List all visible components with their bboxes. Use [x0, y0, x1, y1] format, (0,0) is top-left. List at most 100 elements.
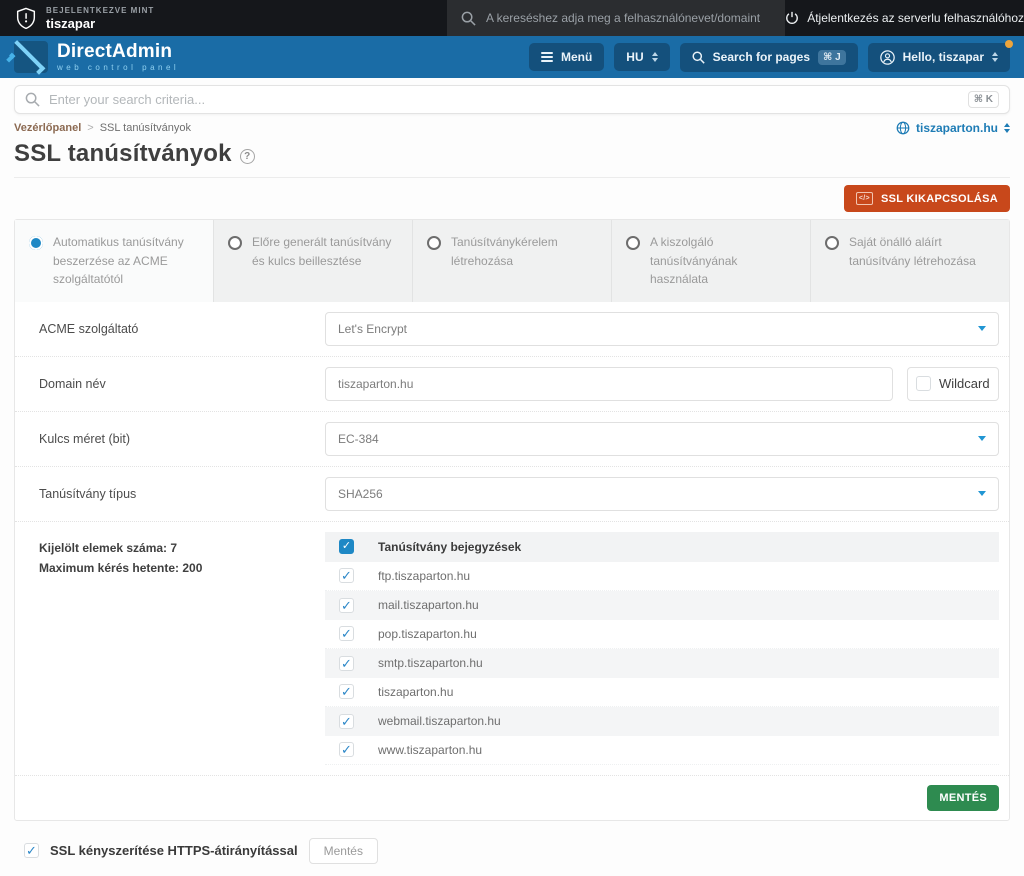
radio-selected-icon	[29, 236, 43, 250]
entry-domain: webmail.tiszaparton.hu	[378, 714, 501, 728]
brand-logo[interactable]: DirectAdmin web control panel	[14, 41, 179, 73]
directadmin-logo-icon	[14, 41, 48, 73]
radio-icon	[825, 236, 839, 250]
cert-type-label: Tanúsítvány típus	[25, 487, 325, 501]
global-search-bar: ⌘ K	[14, 85, 1010, 114]
radio-icon	[228, 236, 242, 250]
entry-checkbox[interactable]: ✓	[339, 684, 354, 699]
language-selector[interactable]: HU	[614, 43, 669, 71]
tab-server-cert[interactable]: A kiszolgáló tanúsítványának használata	[612, 220, 811, 302]
wildcard-checkbox[interactable]	[916, 376, 931, 391]
tab-label: A kiszolgáló tanúsítványának használata	[650, 233, 796, 289]
disable-ssl-label: SSL KIKAPCSOLÁSA	[881, 193, 998, 205]
breadcrumb-row: Vezérlőpanel > SSL tanúsítványok tiszapa…	[14, 121, 1010, 135]
tab-acme-auto[interactable]: Automatikus tanúsítvány beszerzése az AC…	[15, 220, 214, 302]
breadcrumb-separator: >	[87, 122, 93, 134]
card-footer: MENTÉS	[15, 775, 1009, 820]
force-ssl-checkbox[interactable]: ✓	[24, 843, 39, 858]
title-row: SSL tanúsítványok ?	[14, 140, 1010, 168]
cert-type-row: Tanúsítvány típus SHA256	[15, 467, 1009, 522]
code-window-icon: </>	[856, 192, 873, 205]
domain-selector[interactable]: tiszaparton.hu	[896, 121, 1010, 135]
force-ssl-save-button[interactable]: Mentés	[309, 838, 378, 864]
header-actions: Menü HU Search for pages ⌘ J Hello, tisz…	[529, 43, 1010, 72]
breadcrumb-home-link[interactable]: Vezérlőpanel	[14, 122, 81, 134]
select-all-checkbox[interactable]: ✓	[339, 539, 354, 554]
tab-label: Automatikus tanúsítvány beszerzése az AC…	[53, 233, 199, 289]
entry-checkbox[interactable]: ✓	[339, 656, 354, 671]
global-search-input[interactable]	[49, 92, 959, 107]
wildcard-label: Wildcard	[939, 376, 990, 391]
menu-label: Menü	[561, 50, 592, 64]
user-search-box[interactable]: A kereséshez adja meg a felhasználónevet…	[447, 0, 785, 36]
session-info: BEJELENTKEZVE MINT tiszapar	[0, 0, 447, 36]
force-ssl-row: ✓ SSL kényszerítése HTTPS-átirányítással…	[24, 838, 1010, 864]
acme-provider-select[interactable]: Let's Encrypt	[325, 312, 999, 346]
switch-user-label: Átjelentkezés az serverlu felhasználóhoz	[807, 11, 1024, 25]
brand-name: DirectAdmin	[57, 42, 179, 61]
table-row[interactable]: ✓ ftp.tiszaparton.hu	[325, 562, 999, 591]
tab-self-signed[interactable]: Saját önálló aláírt tanúsítvány létrehoz…	[811, 220, 1009, 302]
search-icon	[25, 92, 40, 107]
entry-domain: mail.tiszaparton.hu	[378, 598, 479, 612]
page-title: SSL tanúsítványok	[14, 140, 232, 168]
power-icon	[785, 11, 799, 25]
table-row[interactable]: ✓ pop.tiszaparton.hu	[325, 620, 999, 649]
caret-down-icon	[978, 436, 986, 441]
entry-checkbox[interactable]: ✓	[339, 742, 354, 757]
page-search-label: Search for pages	[713, 50, 810, 64]
disable-ssl-button[interactable]: </> SSL KIKAPCSOLÁSA	[844, 185, 1010, 212]
logged-in-as-label: BEJELENTKEZVE MINT	[46, 6, 154, 15]
table-row[interactable]: ✓ mail.tiszaparton.hu	[325, 591, 999, 620]
entry-checkbox[interactable]: ✓	[339, 714, 354, 729]
cert-type-select[interactable]: SHA256	[325, 477, 999, 511]
entry-domain: tiszaparton.hu	[378, 685, 453, 699]
page-search-button[interactable]: Search for pages ⌘ J	[680, 43, 858, 72]
help-icon[interactable]: ?	[240, 149, 255, 164]
check-icon: ✓	[341, 743, 352, 756]
save-button[interactable]: MENTÉS	[927, 785, 999, 811]
domain-label: Domain név	[25, 377, 325, 391]
session-bar: BEJELENTKEZVE MINT tiszapar A kereséshez…	[0, 0, 1024, 36]
domain-row: Domain név Wildcard	[15, 357, 1009, 412]
entry-domain: www.tiszaparton.hu	[378, 743, 482, 757]
global-search-shortcut: ⌘ K	[968, 91, 999, 108]
domain-input[interactable]	[325, 367, 893, 401]
domain-selector-value: tiszaparton.hu	[916, 121, 998, 135]
chevron-icon	[6, 52, 16, 62]
user-search-placeholder: A kereséshez adja meg a felhasználónevet…	[486, 11, 760, 25]
check-icon: ✓	[341, 657, 352, 670]
user-menu-label: Hello, tiszapar	[903, 50, 984, 64]
selection-stats: Kijelölt elemek száma: 7 Maximum kérés h…	[25, 532, 325, 579]
entries-header-row: ✓ Tanúsítvány bejegyzések	[325, 532, 999, 562]
switch-user-button[interactable]: Átjelentkezés az serverlu felhasználóhoz	[785, 0, 1024, 36]
entry-checkbox[interactable]: ✓	[339, 568, 354, 583]
wildcard-toggle[interactable]: Wildcard	[907, 367, 999, 401]
tab-paste-cert[interactable]: Előre generált tanúsítvány és kulcs beil…	[214, 220, 413, 302]
table-row[interactable]: ✓ tiszaparton.hu	[325, 678, 999, 707]
menu-button[interactable]: Menü	[529, 43, 604, 71]
tab-label: Saját önálló aláírt tanúsítvány létrehoz…	[849, 233, 995, 270]
tab-create-csr[interactable]: Tanúsítványkérelem létrehozása	[413, 220, 612, 302]
entry-checkbox[interactable]: ✓	[339, 598, 354, 613]
check-icon: ✓	[341, 627, 352, 640]
search-icon	[461, 11, 476, 26]
check-icon: ✓	[342, 541, 351, 552]
tab-label: Előre generált tanúsítvány és kulcs beil…	[252, 233, 398, 270]
table-row[interactable]: ✓ webmail.tiszaparton.hu	[325, 707, 999, 736]
table-row[interactable]: ✓ www.tiszaparton.hu	[325, 736, 999, 765]
table-row[interactable]: ✓ smtp.tiszaparton.hu	[325, 649, 999, 678]
entry-domain: pop.tiszaparton.hu	[378, 627, 477, 641]
entry-checkbox[interactable]: ✓	[339, 626, 354, 641]
chevron-updown-icon	[1004, 123, 1010, 133]
user-icon	[880, 50, 895, 65]
brand-subtitle: web control panel	[57, 63, 179, 72]
user-menu-button[interactable]: Hello, tiszapar	[868, 43, 1010, 72]
search-icon	[692, 51, 705, 64]
key-size-select[interactable]: EC-384	[325, 422, 999, 456]
check-icon: ✓	[341, 715, 352, 728]
chevron-updown-icon	[992, 52, 998, 62]
acme-provider-row: ACME szolgáltató Let's Encrypt	[15, 302, 1009, 357]
hamburger-icon	[541, 52, 553, 62]
entries-header-label: Tanúsítvány bejegyzések	[378, 540, 521, 554]
